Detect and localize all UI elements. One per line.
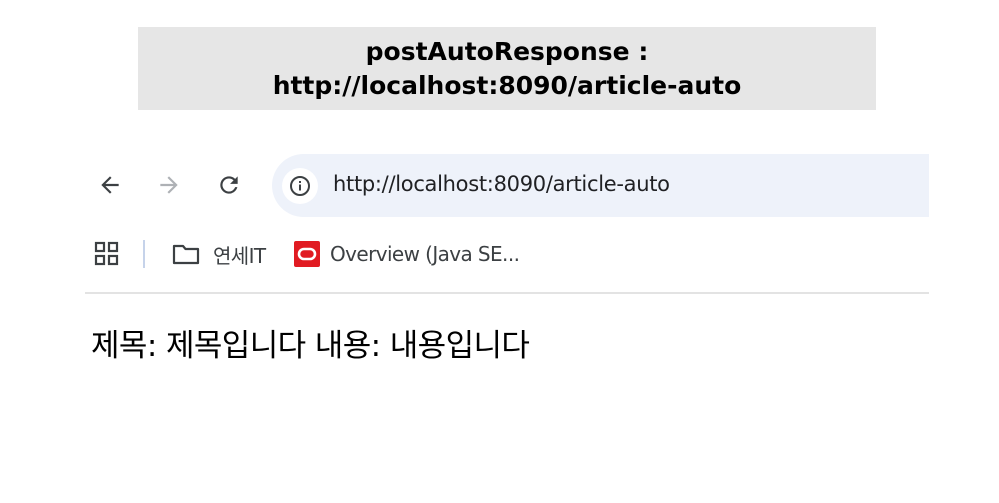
apps-grid-icon: [94, 241, 119, 266]
oracle-icon: [294, 241, 320, 267]
forward-button[interactable]: [154, 170, 184, 200]
caption-url: http://localhost:8090/article-auto: [272, 70, 742, 100]
folder-icon: [172, 244, 200, 265]
info-icon: [290, 176, 310, 196]
browser-toolbar: http://localhost:8090/article-auto: [85, 154, 929, 218]
back-arrow-icon: [101, 176, 119, 194]
bookmark-label: 연세IT: [213, 243, 266, 268]
reload-button[interactable]: [214, 170, 244, 200]
site-info-button[interactable]: [282, 168, 318, 204]
caption-title: postAutoResponse :: [365, 36, 649, 66]
page-body-text: 제목: 제목입니다 내용: 내용입니다: [91, 328, 530, 364]
apps-button[interactable]: [94, 238, 120, 270]
bookmark-label: Overview (Java SE...: [330, 242, 520, 266]
toolbar-divider: [85, 292, 929, 294]
url-text[interactable]: http://localhost:8090/article-auto: [333, 172, 670, 196]
bookmark-folder-yonsei[interactable]: 연세IT: [172, 238, 266, 270]
forward-arrow-icon: [160, 176, 178, 194]
bookmarks-separator: [143, 240, 145, 268]
reload-icon: [220, 176, 238, 194]
caption-box: postAutoResponse : http://localhost:8090…: [138, 27, 876, 110]
address-bar[interactable]: http://localhost:8090/article-auto: [272, 154, 929, 217]
back-button[interactable]: [95, 170, 125, 200]
bookmark-java-se-overview[interactable]: Overview (Java SE...: [294, 238, 520, 270]
bookmarks-bar: 연세IT Overview (Java SE...: [85, 232, 929, 276]
